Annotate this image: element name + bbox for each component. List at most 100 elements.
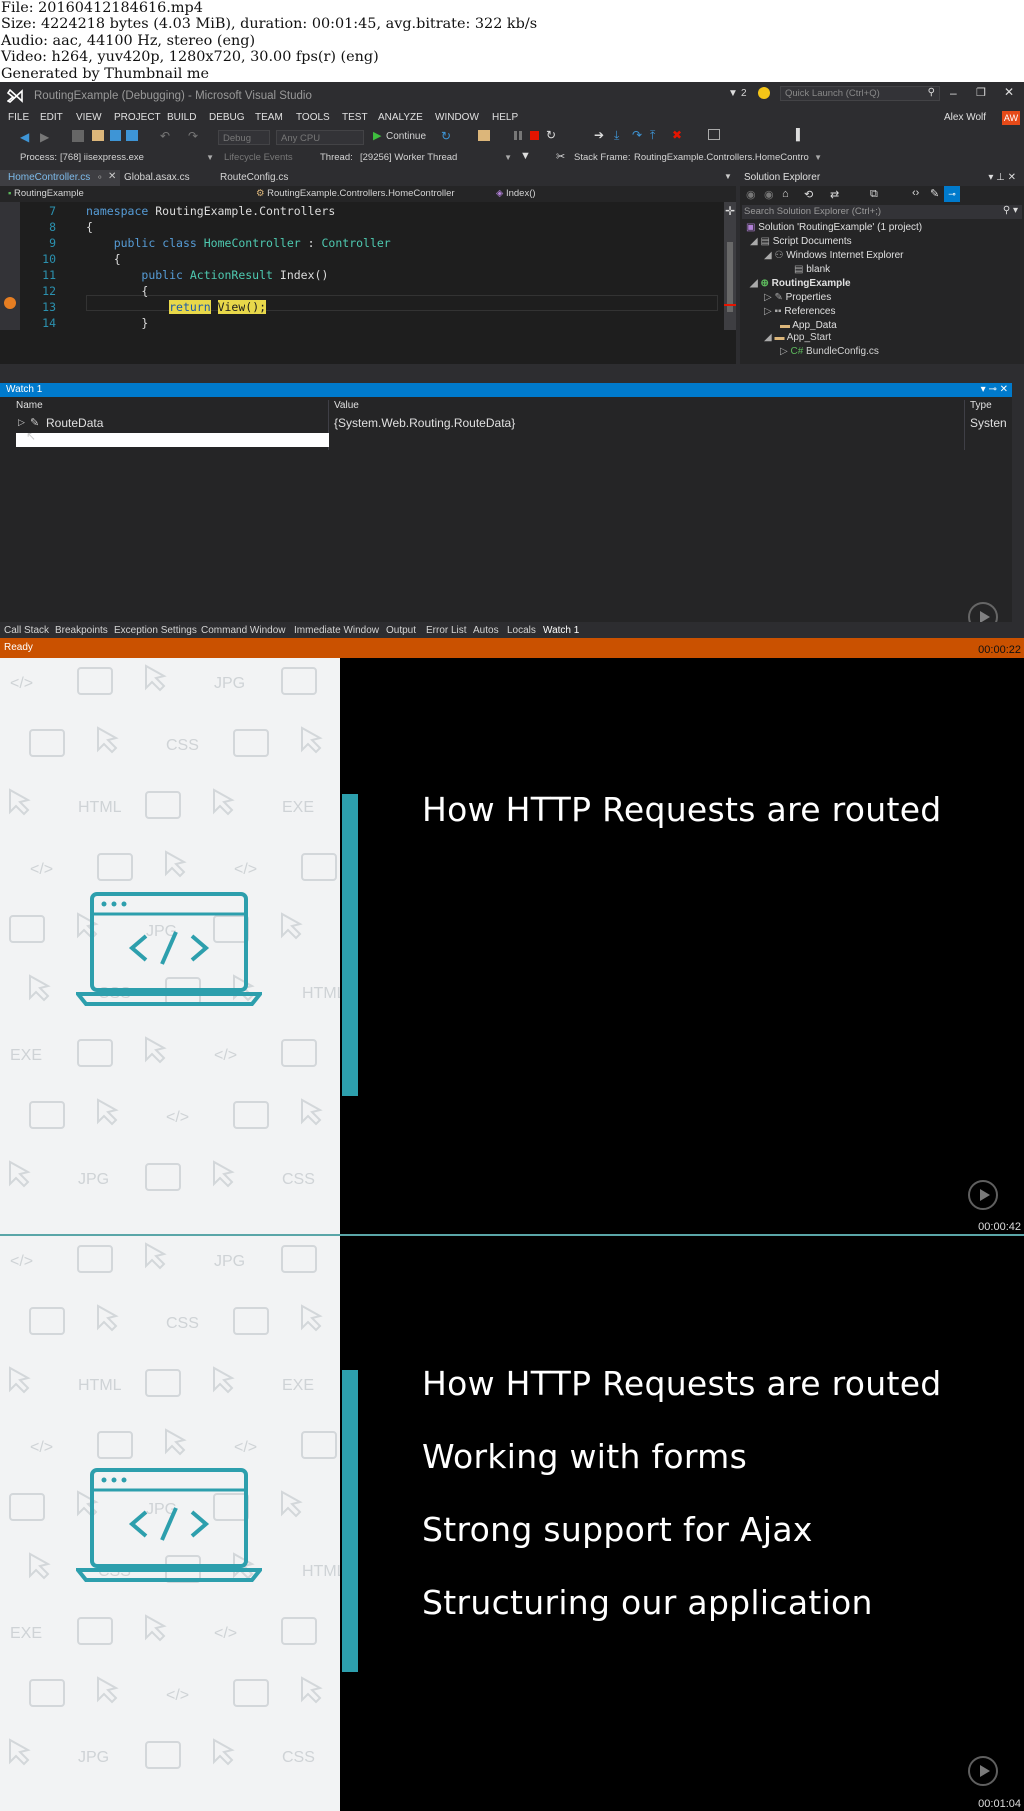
tab-locals[interactable]: Locals bbox=[507, 625, 536, 636]
restart-debug-icon[interactable]: ↻ bbox=[546, 128, 556, 142]
split-icon[interactable]: ✛ bbox=[725, 204, 735, 218]
tree-item-references[interactable]: ▷ ▪▪ References bbox=[764, 306, 835, 317]
type-dropdown[interactable]: ⚙ RoutingExample.Controllers.HomeControl… bbox=[252, 186, 482, 201]
lifecycle-events-button[interactable]: Lifecycle Events bbox=[224, 152, 293, 163]
quick-launch-box[interactable]: Quick Launch (Ctrl+Q) ⚲ bbox=[780, 86, 940, 101]
close-panel-icon[interactable]: ▾ ⊥ ✕ bbox=[988, 170, 1016, 186]
properties-icon[interactable]: ✎ bbox=[930, 187, 939, 200]
menu-team[interactable]: TEAM bbox=[255, 112, 283, 123]
tree-item-routingexample[interactable]: ◢ ⊕ RoutingExample bbox=[750, 278, 851, 289]
code-line[interactable]: { bbox=[86, 252, 121, 266]
watch-row-value[interactable]: {System.Web.Routing.RouteData} bbox=[334, 416, 515, 430]
tab-immediate-window[interactable]: Immediate Window bbox=[294, 625, 379, 636]
tab-homecontroller[interactable]: HomeController.cs ⚬ ✕ bbox=[0, 170, 120, 186]
code-line[interactable]: public class HomeController : Controller bbox=[86, 236, 391, 250]
tab-watch-1[interactable]: Watch 1 bbox=[543, 625, 579, 636]
flag-threads-icon[interactable]: ✂ bbox=[556, 150, 565, 163]
code-line[interactable]: } bbox=[86, 316, 148, 330]
code-line[interactable]: { bbox=[86, 284, 148, 298]
continue-icon[interactable]: ▶ bbox=[373, 129, 381, 142]
watch-row-name[interactable]: RouteData bbox=[46, 416, 103, 430]
pause-icon[interactable] bbox=[514, 131, 522, 140]
menu-test[interactable]: TEST bbox=[342, 112, 368, 123]
menu-build[interactable]: BUILD bbox=[167, 112, 196, 123]
solution-platform-select[interactable]: Any CPU bbox=[276, 130, 364, 145]
tab-error-list[interactable]: Error List bbox=[426, 625, 467, 636]
member-dropdown[interactable]: ◈ Index() bbox=[492, 186, 732, 201]
column-type[interactable]: Type bbox=[970, 400, 992, 411]
project-dropdown[interactable]: ▪ RoutingExample bbox=[4, 186, 244, 201]
solution-search-input[interactable]: Search Solution Explorer (Ctrl+;) bbox=[744, 206, 881, 217]
code-line[interactable]: public ActionResult Index() bbox=[86, 268, 328, 282]
tab-exception-settings[interactable]: Exception Settings bbox=[114, 625, 197, 636]
process-select[interactable]: [768] iisexpress.exe ▼ bbox=[56, 150, 216, 165]
feedback-smiley-icon[interactable] bbox=[758, 87, 770, 99]
tab-routeconfig[interactable]: RouteConfig.cs bbox=[220, 172, 288, 183]
close-tab-icon[interactable]: ✕ bbox=[108, 171, 116, 182]
menu-analyze[interactable]: ANALYZE bbox=[378, 112, 423, 123]
save-all-icon[interactable] bbox=[126, 130, 138, 141]
browser-link-icon[interactable] bbox=[478, 130, 490, 141]
save-icon[interactable] bbox=[110, 130, 121, 141]
column-name[interactable]: Name bbox=[16, 400, 43, 411]
watch-row[interactable]: ▷ ✎ RouteData {System.Web.Routing.RouteD… bbox=[10, 416, 1010, 432]
tab-call-stack[interactable]: Call Stack bbox=[4, 625, 49, 636]
code-line[interactable]: { bbox=[86, 220, 93, 234]
collapse-all-icon[interactable]: ⧉ bbox=[870, 188, 878, 201]
tree-item-windows-ie[interactable]: ◢ ⚇ Windows Internet Explorer bbox=[764, 250, 904, 261]
code-line[interactable]: namespace RoutingExample.Controllers bbox=[86, 204, 335, 218]
restore-button[interactable]: ❐ bbox=[976, 86, 986, 99]
stop-icon[interactable] bbox=[530, 131, 539, 140]
tree-item-solution[interactable]: ▣ Solution 'RoutingExample' (1 project) bbox=[746, 222, 922, 233]
code-line[interactable]: return View(); bbox=[86, 300, 267, 314]
thread-select[interactable]: [29256] Worker Thread ▼ bbox=[356, 150, 514, 165]
scrollbar-thumb[interactable] bbox=[727, 242, 733, 312]
tab-list-dropdown-icon[interactable]: ▼ bbox=[724, 172, 732, 181]
menu-window[interactable]: WINDOW bbox=[435, 112, 479, 123]
tab-output[interactable]: Output bbox=[386, 625, 416, 636]
sync-icon[interactable]: ⇄ bbox=[830, 188, 839, 201]
menu-view[interactable]: VIEW bbox=[76, 112, 102, 123]
menu-edit[interactable]: EDIT bbox=[40, 112, 63, 123]
close-panel-icon[interactable]: ▾ ⊸ ✕ bbox=[981, 383, 1008, 397]
user-name[interactable]: Alex Wolf bbox=[944, 112, 986, 123]
tree-item-bundleconfig[interactable]: ▷ C# BundleConfig.cs bbox=[780, 346, 879, 357]
step-out-icon[interactable]: ⤒ bbox=[650, 128, 655, 143]
tab-breakpoints[interactable]: Breakpoints bbox=[55, 625, 108, 636]
tree-item-blank[interactable]: ▤ blank bbox=[794, 264, 830, 275]
continue-button[interactable]: Continue bbox=[386, 131, 426, 142]
current-statement-breakpoint-icon[interactable] bbox=[4, 297, 16, 309]
minimize-button[interactable]: – bbox=[950, 86, 957, 100]
tab-command-window[interactable]: Command Window bbox=[201, 625, 285, 636]
redo-icon[interactable]: ↷ bbox=[188, 129, 198, 143]
back-icon[interactable]: ◉ bbox=[746, 188, 756, 201]
tab-autos[interactable]: Autos bbox=[473, 625, 499, 636]
bookmark-icon[interactable]: ▐ bbox=[792, 129, 800, 141]
menu-tools[interactable]: TOOLS bbox=[296, 112, 330, 123]
close-button[interactable]: ✕ bbox=[1004, 85, 1014, 99]
menu-file[interactable]: FILE bbox=[8, 112, 29, 123]
column-value[interactable]: Value bbox=[334, 400, 359, 411]
open-folder-icon[interactable] bbox=[92, 130, 104, 141]
home-icon[interactable]: ⌂ bbox=[782, 188, 789, 200]
notification-flag-icon[interactable]: ▼ bbox=[728, 88, 738, 99]
editor-scrollbar[interactable]: ✛ bbox=[724, 202, 736, 330]
indicator-margin[interactable] bbox=[0, 202, 20, 330]
show-next-statement-icon[interactable]: ➔ bbox=[594, 128, 604, 142]
view-code-icon[interactable]: ‹› bbox=[912, 187, 919, 199]
tab-global-asax[interactable]: Global.asax.cs bbox=[124, 172, 190, 183]
menu-project[interactable]: PROJECT bbox=[114, 112, 161, 123]
solution-config-select[interactable]: Debug bbox=[218, 130, 270, 145]
step-over-icon[interactable]: ↷ bbox=[632, 128, 642, 142]
tree-item-script-documents[interactable]: ◢ ▤ Script Documents bbox=[750, 236, 852, 247]
new-project-icon[interactable] bbox=[72, 130, 84, 142]
step-into-icon[interactable]: ⤓ bbox=[614, 128, 619, 143]
tree-item-app-start[interactable]: ◢ ▬ App_Start bbox=[764, 332, 831, 343]
forward-icon[interactable]: ▶ bbox=[40, 130, 49, 144]
undo-icon[interactable]: ↶ bbox=[160, 129, 170, 143]
forward-icon[interactable]: ◉ bbox=[764, 188, 774, 201]
pin-icon[interactable]: ⚬ bbox=[96, 172, 104, 183]
comment-icon[interactable] bbox=[708, 129, 720, 140]
menu-help[interactable]: HELP bbox=[492, 112, 518, 123]
pending-changes-icon[interactable]: ⟲ bbox=[804, 188, 813, 201]
